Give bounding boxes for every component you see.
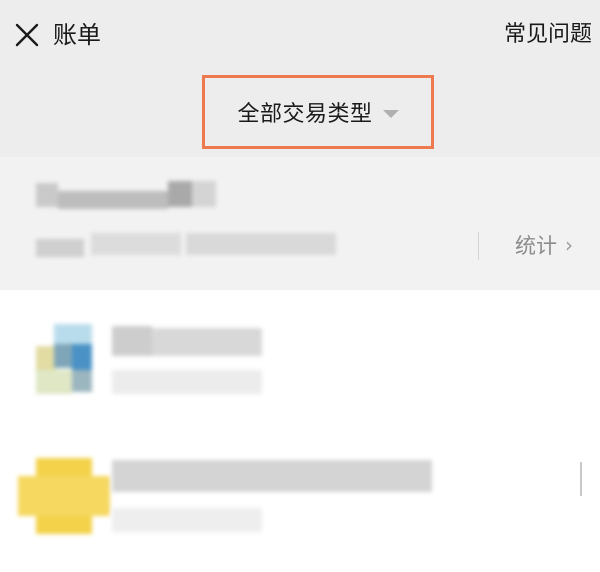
caret-down-icon	[382, 110, 399, 118]
transaction-type-filter[interactable]: 全部交易类型	[202, 75, 434, 149]
header: 账单 常见问题 全部交易类型	[0, 0, 600, 157]
list-item[interactable]	[0, 290, 600, 430]
close-button[interactable]	[14, 22, 40, 48]
list-item-title-redacted	[112, 326, 267, 358]
scroll-indicator	[580, 462, 582, 496]
month-title-redacted	[36, 177, 226, 213]
stats-button[interactable]: 统计 ›	[515, 228, 573, 262]
chevron-right-icon: ›	[565, 233, 573, 257]
list-item-subtitle-redacted	[112, 370, 262, 396]
transaction-type-label: 全部交易类型	[237, 102, 373, 127]
bill-page: 账单 常见问题 全部交易类型 统计 ›	[0, 0, 600, 572]
list-item-subtitle-redacted	[112, 508, 262, 534]
month-summary	[0, 157, 600, 290]
avatar	[18, 458, 110, 534]
list-item-title-redacted	[112, 460, 432, 494]
stats-label: 统计	[515, 234, 557, 258]
list-item[interactable]	[0, 430, 600, 572]
faq-link[interactable]: 常见问题	[504, 18, 592, 52]
close-icon	[15, 23, 39, 47]
month-totals-redacted	[36, 231, 346, 261]
page-title: 账单	[53, 21, 101, 49]
stats-divider	[478, 232, 479, 260]
avatar	[36, 324, 94, 394]
